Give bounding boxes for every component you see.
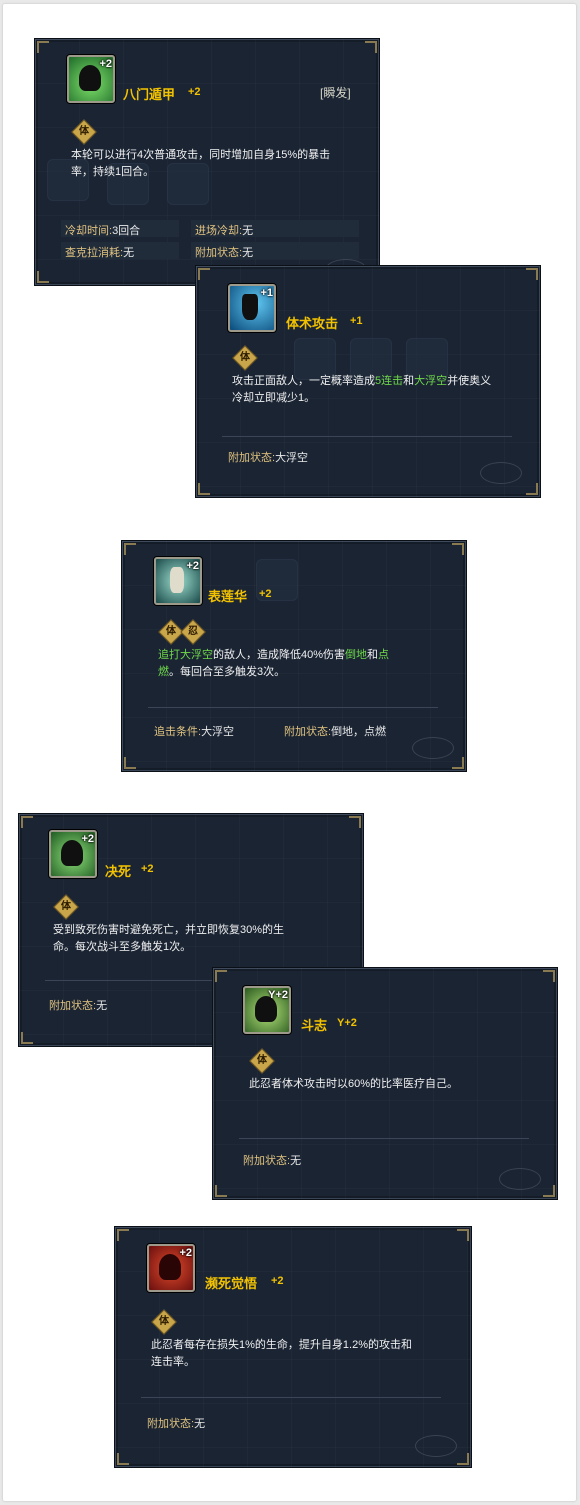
skill-type: [瞬发]: [320, 86, 351, 100]
skill-icon[interactable]: +2: [147, 1244, 195, 1292]
stat-extra-status: 附加状态:无: [195, 247, 254, 259]
skill-description: 追打大浮空的敌人，造成降低40%伤害倒地和点燃。每回合至多触发3次。: [158, 649, 390, 678]
skill-icon[interactable]: +2: [49, 830, 97, 878]
skill-description: 本轮可以进行4次普通攻击，同时增加自身15%的暴击率，持续1回合。: [71, 149, 331, 178]
skill-level: +2: [141, 863, 154, 875]
skill-description: 此忍者体术攻击时以60%的比率医疗自己。: [249, 1078, 459, 1090]
skill-card-omote-renge: +2 表莲华 +2 体 忍 追打大浮空的敌人，造成降低40%伤害倒地和点燃。每回…: [121, 540, 467, 772]
skill-name: 濒死觉悟: [205, 1276, 258, 1291]
skill-level: +2: [259, 588, 272, 600]
skill-icon[interactable]: +2: [154, 557, 202, 605]
skill-card-toushi: Y+2 斗志 Y+2 体 此忍者体术攻击时以60%的比率医疗自己。 附加状态:无: [212, 967, 558, 1200]
skill-icon[interactable]: +1: [228, 284, 276, 332]
skill-icon[interactable]: +2: [67, 55, 115, 103]
skill-name: 决死: [105, 864, 132, 879]
skill-card-taijutsu-attack: +1 体术攻击 +1 体 攻击正面敌人，一定概率造成5连击和大浮空并使奥义冷却立…: [195, 265, 541, 498]
skill-description: 受到致死伤害时避免死亡，并立即恢复30%的生命。每次战斗至多触发1次。: [53, 924, 285, 953]
skill-card-bamen-dunjia: +2 八门遁甲 +2 [瞬发] 体 本轮可以进行4次普通攻击，同时增加自身15%…: [34, 38, 380, 286]
stat-extra-status: 附加状态:大浮空: [228, 452, 309, 464]
stat-extra-status: 附加状态:无: [49, 1000, 108, 1012]
icon-badge: +2: [179, 1247, 192, 1259]
skill-level: +2: [188, 86, 201, 98]
stat-extra-status: 附加状态:无: [243, 1155, 302, 1167]
icon-badge: Y+2: [268, 989, 288, 1001]
icon-badge: +2: [81, 833, 94, 845]
stat-chakra-cost: 查克拉消耗:无: [65, 247, 135, 259]
skill-level: Y+2: [337, 1017, 357, 1029]
stat-chase-condition: 追击条件:大浮空: [154, 726, 235, 738]
stat-entry-cooldown: 进场冷却:无: [195, 225, 254, 237]
skill-description: 此忍者每存在损失1%的生命，提升自身1.2%的攻击和连击率。: [151, 1339, 412, 1368]
skill-level: +2: [271, 1275, 284, 1287]
stat-cooldown: 冷却时间:3回合: [65, 225, 141, 237]
stat-extra-status: 附加状态:无: [147, 1418, 206, 1430]
skill-name: 表莲华: [208, 589, 248, 604]
skill-name: 八门遁甲: [123, 87, 176, 102]
icon-badge: +2: [186, 560, 199, 572]
stat-extra-status: 附加状态:倒地，点燃: [284, 726, 387, 738]
skill-description: 攻击正面敌人，一定概率造成5连击和大浮空并使奥义冷却立即减少1。: [232, 375, 492, 404]
icon-badge: +1: [260, 287, 273, 299]
skill-card-hinshi-kakugo: +2 濒死觉悟 +2 体 此忍者每存在损失1%的生命，提升自身1.2%的攻击和连…: [114, 1226, 472, 1468]
skill-name: 斗志: [301, 1018, 328, 1033]
icon-badge: +2: [99, 58, 112, 70]
skill-name: 体术攻击: [286, 316, 339, 331]
skill-icon[interactable]: Y+2: [243, 986, 291, 1034]
skill-level: +1: [350, 315, 363, 327]
